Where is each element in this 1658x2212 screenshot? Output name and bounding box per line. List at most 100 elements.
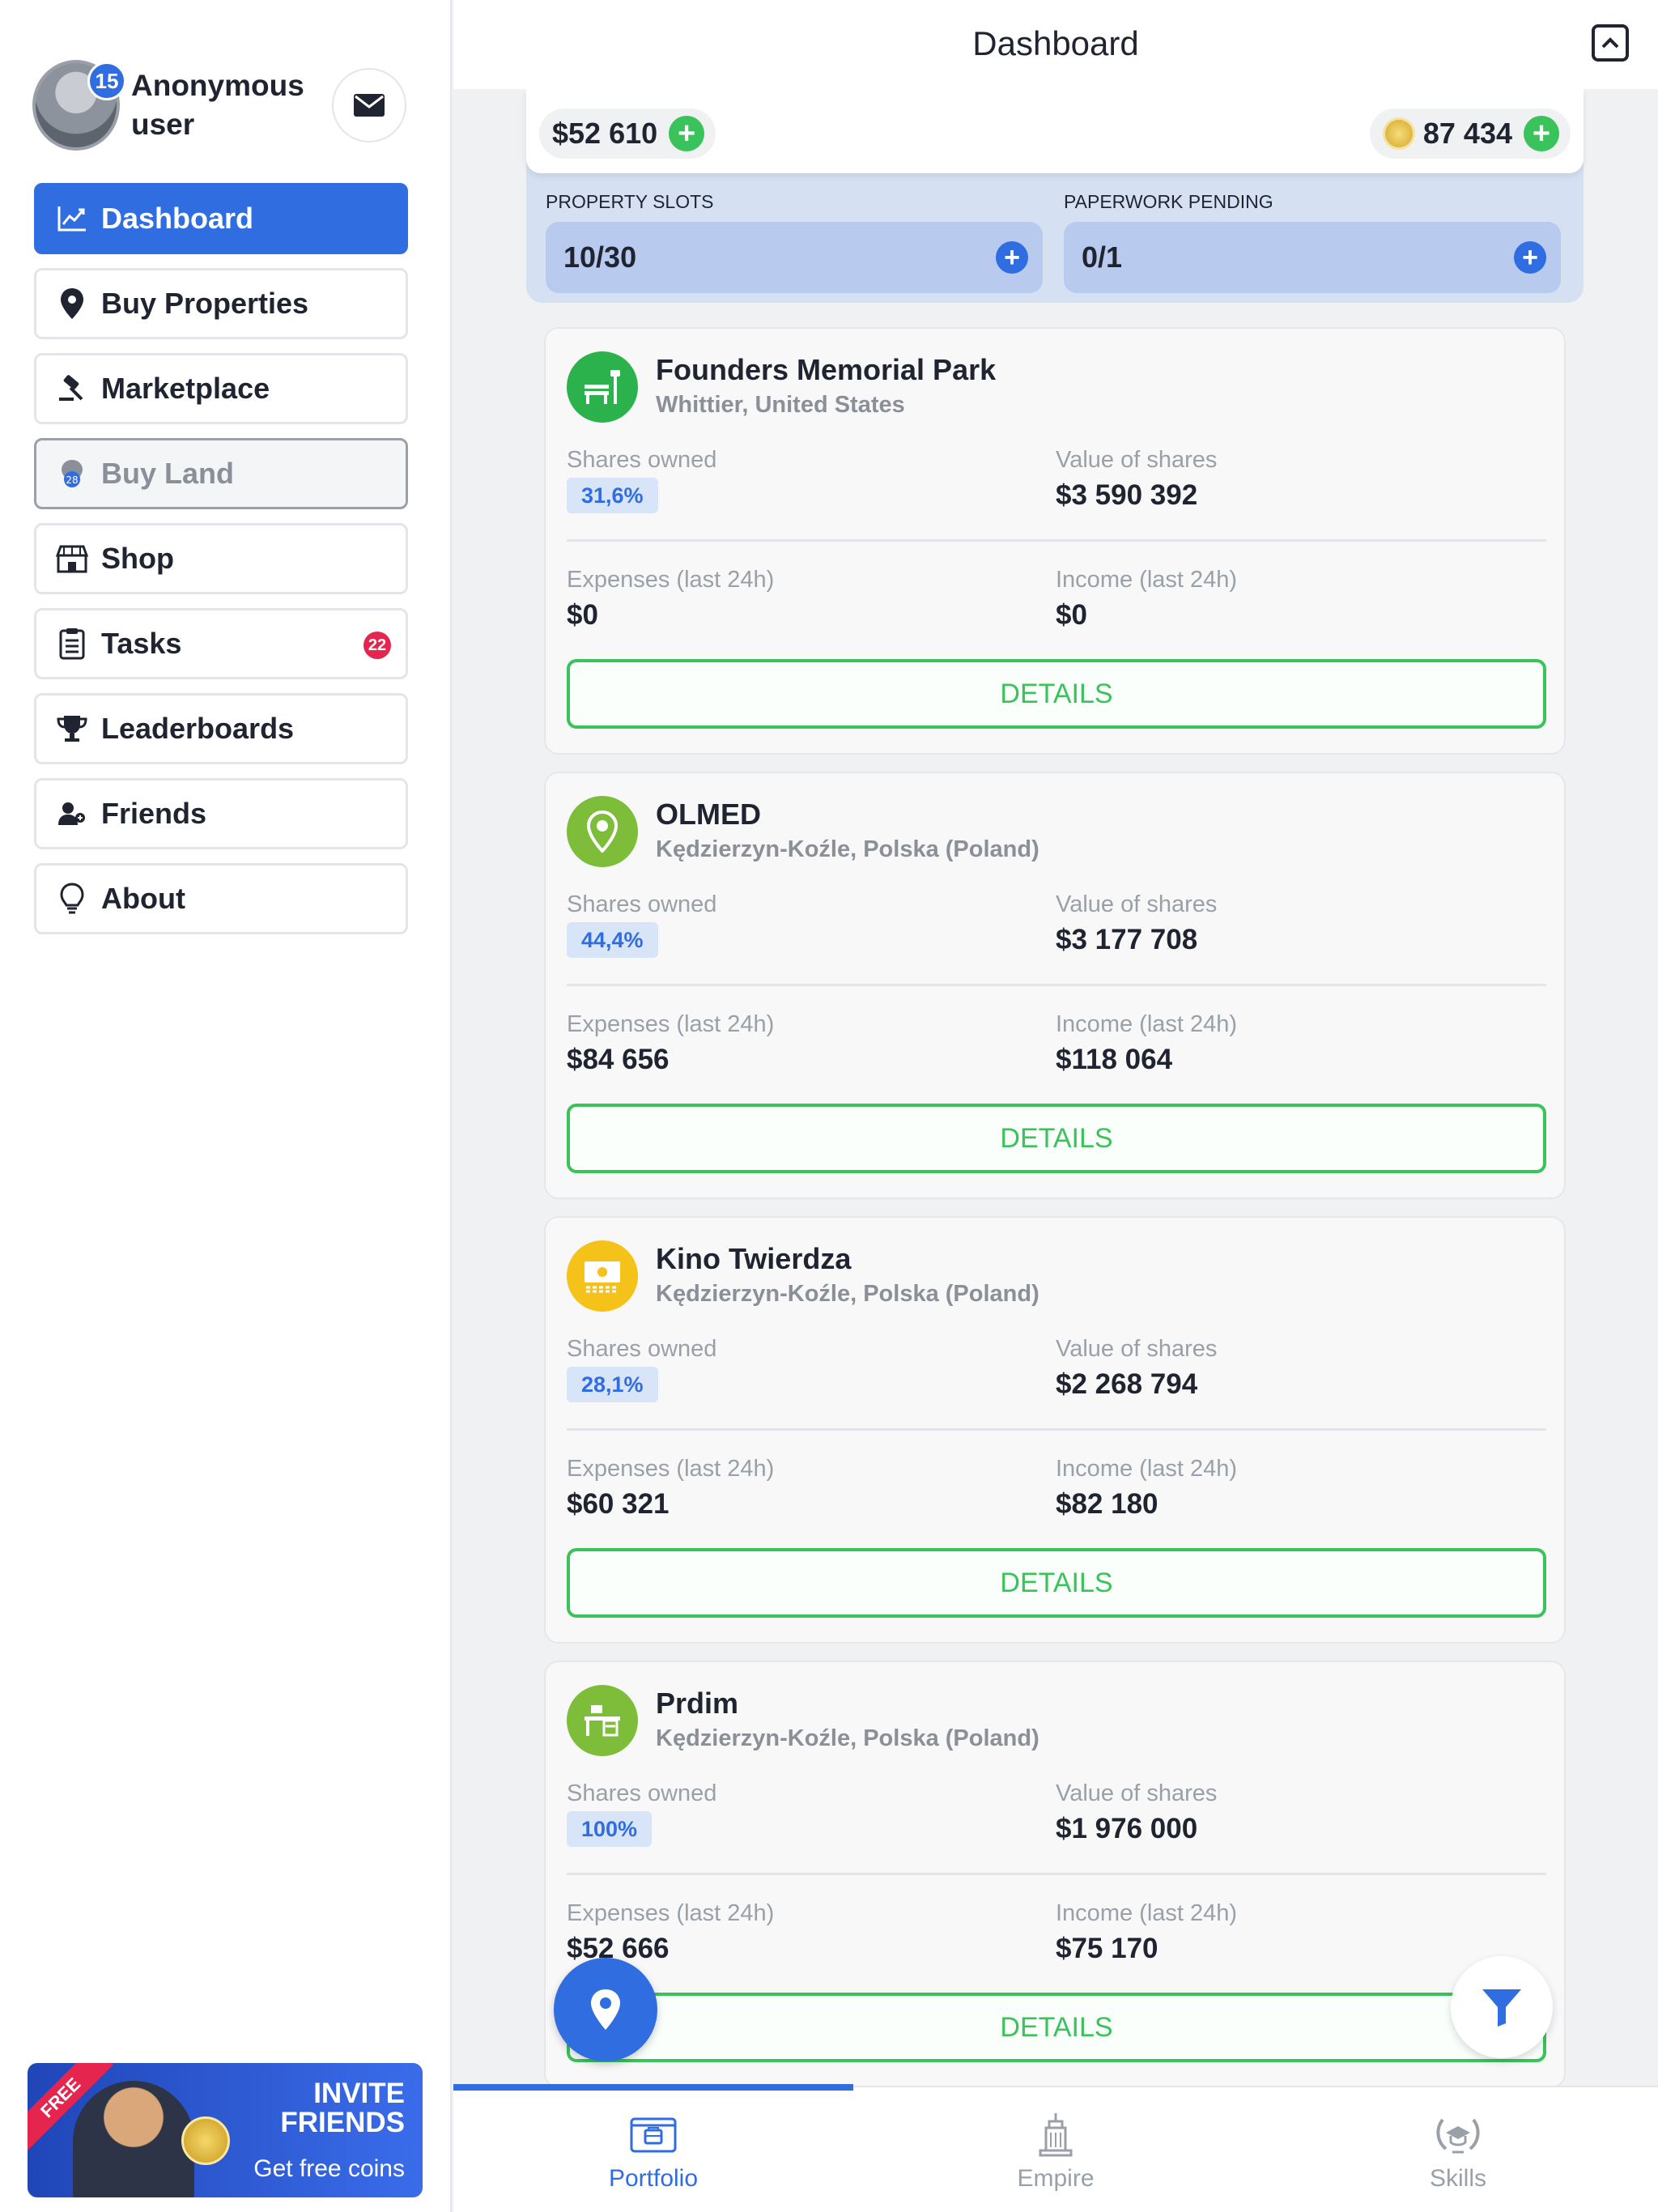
income-label: Income (last 24h) <box>1056 1011 1238 1037</box>
property-name: Kino Twierdza <box>656 1242 852 1275</box>
income-value: $118 064 <box>1056 1044 1173 1075</box>
sidebar: 15 Anonymous user Dashboard Buy Properti… <box>0 0 452 2212</box>
nav-item-tasks[interactable]: Tasks 22 <box>34 608 408 679</box>
property-slots-value: 10/30 <box>563 240 637 274</box>
shares-owned-label: Shares owned <box>567 1336 717 1362</box>
location-pin-icon <box>567 796 638 867</box>
coin-balance: 87 434 + <box>1369 108 1571 159</box>
nav-item-buy-land[interactable]: 28 Buy Land <box>34 438 408 509</box>
nav-item-shop[interactable]: Shop <box>34 523 408 594</box>
property-card: Kino Twierdza Kędzierzyn-Koźle, Polska (… <box>544 1216 1566 1644</box>
paperwork-label: PAPERWORK PENDING <box>1064 191 1273 212</box>
divider <box>567 1428 1546 1431</box>
paperwork-value: 0/1 <box>1082 240 1123 274</box>
collapse-button[interactable] <box>1592 24 1629 62</box>
nav-item-buy-properties[interactable]: Buy Properties <box>34 268 408 339</box>
mascot-image <box>73 2081 194 2197</box>
property-name: Founders Memorial Park <box>656 353 997 386</box>
nav-label: Marketplace <box>101 372 270 405</box>
expenses-label: Expenses (last 24h) <box>567 567 775 593</box>
add-coins-button[interactable]: + <box>1524 116 1559 151</box>
divider <box>567 539 1546 542</box>
nav-item-about[interactable]: About <box>34 863 408 934</box>
shares-owned-value: 31,6% <box>567 478 658 513</box>
paperwork-field: 0/1 + <box>1064 222 1561 293</box>
filter-fab-button[interactable] <box>1451 1956 1553 2058</box>
income-label: Income (last 24h) <box>1056 1900 1238 1926</box>
nav-label: Leaderboards <box>101 712 295 745</box>
expenses-value: $0 <box>567 599 598 631</box>
nav-item-dashboard[interactable]: Dashboard <box>34 183 408 254</box>
tab-portfolio[interactable]: Portfolio <box>532 2110 775 2193</box>
property-location: Kędzierzyn-Koźle, Polska (Poland) <box>656 836 1039 862</box>
clipboard-icon <box>54 626 90 661</box>
shares-owned-value: 100% <box>567 1811 653 1847</box>
empire-building-icon <box>934 2110 1177 2159</box>
office-desk-icon <box>567 1685 638 1756</box>
details-button[interactable]: DETAILS <box>567 1548 1546 1618</box>
top-bar: Dashboard <box>453 0 1658 89</box>
nav-label: Shop <box>101 542 174 575</box>
details-button[interactable]: DETAILS <box>567 659 1546 729</box>
nav-label: Dashboard <box>101 202 254 235</box>
income-label: Income (last 24h) <box>1056 1456 1238 1482</box>
coin-icon <box>1382 117 1415 150</box>
cash-value: $52 610 <box>552 117 658 150</box>
expenses-label: Expenses (last 24h) <box>567 1456 775 1482</box>
divider <box>567 1873 1546 1875</box>
add-cash-button[interactable]: + <box>669 116 705 151</box>
shop-icon <box>54 541 90 576</box>
user-profile: 15 Anonymous user <box>32 57 413 154</box>
nav-item-friends[interactable]: Friends <box>34 778 408 849</box>
property-card: Prdim Kędzierzyn-Koźle, Polska (Poland) … <box>544 1661 1566 2086</box>
property-location: Kędzierzyn-Koźle, Polska (Poland) <box>656 1281 1039 1307</box>
tab-skills[interactable]: Skills <box>1337 2110 1579 2193</box>
property-slots-label: PROPERTY SLOTS <box>546 191 714 212</box>
nav-item-leaderboards[interactable]: Leaderboards <box>34 693 408 764</box>
value-of-shares-value: $1 976 000 <box>1056 1813 1198 1844</box>
avatar[interactable]: 15 <box>32 60 126 151</box>
chart-line-icon <box>54 201 90 236</box>
username: Anonymous user <box>131 69 304 141</box>
details-button[interactable]: DETAILS <box>567 1993 1546 2062</box>
nav-item-marketplace[interactable]: Marketplace <box>34 353 408 424</box>
tab-label: Skills <box>1429 2165 1486 2192</box>
tab-label: Empire <box>1017 2165 1095 2192</box>
balance-card: $52 610 + 87 434 + <box>526 89 1584 173</box>
add-slot-button[interactable]: + <box>996 241 1028 274</box>
property-card: Founders Memorial Park Whittier, United … <box>544 327 1566 755</box>
shares-owned-value: 44,4% <box>567 922 658 958</box>
land-icon: 28 <box>54 456 90 491</box>
value-of-shares-value: $3 590 392 <box>1056 479 1198 511</box>
value-of-shares-label: Value of shares <box>1056 1780 1218 1806</box>
lightbulb-icon <box>54 881 90 917</box>
value-of-shares-label: Value of shares <box>1056 891 1218 917</box>
details-button[interactable]: DETAILS <box>567 1104 1546 1173</box>
mail-button[interactable] <box>332 68 406 143</box>
invite-subtitle: Get free coins <box>253 2155 405 2182</box>
divider <box>567 984 1546 986</box>
property-location: Whittier, United States <box>656 392 905 418</box>
friends-icon <box>54 796 90 832</box>
nav-label: Tasks <box>101 627 182 660</box>
add-paperwork-button[interactable]: + <box>1514 241 1546 274</box>
level-badge: 15 <box>87 62 126 100</box>
envelope-icon <box>354 94 385 117</box>
svg-text:28: 28 <box>66 474 78 486</box>
shares-owned-label: Shares owned <box>567 447 717 473</box>
value-of-shares-label: Value of shares <box>1056 447 1218 473</box>
expenses-label: Expenses (last 24h) <box>567 1900 775 1926</box>
shares-owned-label: Shares owned <box>567 1780 717 1806</box>
invite-friends-banner[interactable]: FREE INVITE FRIENDS Get free coins <box>28 2063 423 2197</box>
park-bench-icon <box>567 351 638 423</box>
income-value: $82 180 <box>1056 1488 1158 1520</box>
income-value: $75 170 <box>1056 1933 1158 1964</box>
map-fab-button[interactable] <box>554 1958 657 2061</box>
main-content: Dashboard $52 610 + 87 434 + PROPERTY SL… <box>453 0 1658 2212</box>
tasks-count-badge: 22 <box>363 632 391 659</box>
expenses-label: Expenses (last 24h) <box>567 1011 775 1037</box>
chevron-up-icon <box>1601 37 1619 49</box>
property-card: OLMED Kędzierzyn-Koźle, Polska (Poland) … <box>544 772 1566 1199</box>
property-location: Kędzierzyn-Koźle, Polska (Poland) <box>656 1725 1039 1751</box>
tab-empire[interactable]: Empire <box>934 2110 1177 2193</box>
